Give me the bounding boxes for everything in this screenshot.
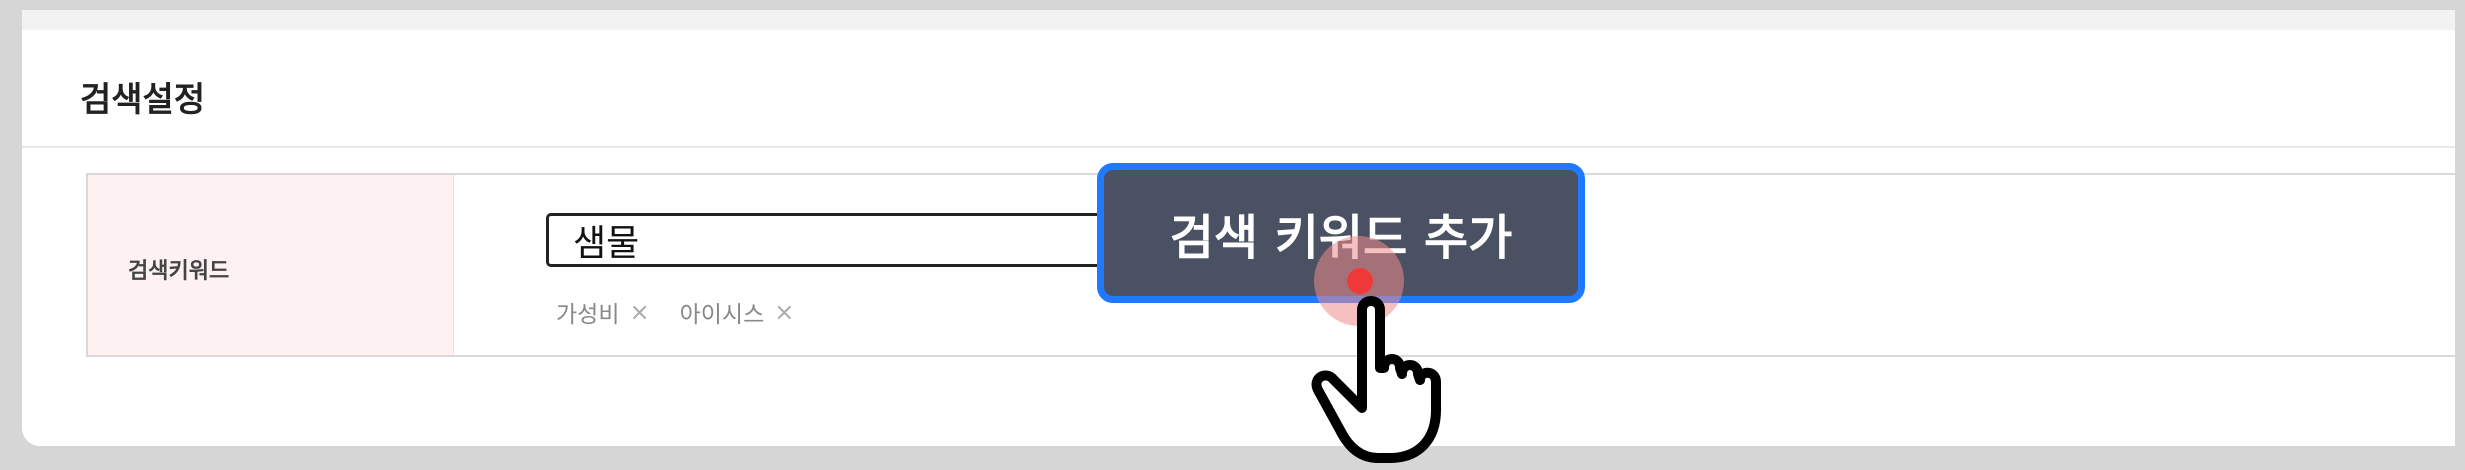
- keyword-tag-label: 아이시스: [679, 302, 765, 328]
- keyword-row-label-cell: 검색키워드: [86, 175, 454, 355]
- remove-tag-icon[interactable]: ×: [629, 298, 649, 326]
- top-strip: [22, 10, 2455, 30]
- section-title: 검색설정: [80, 80, 206, 120]
- section-divider: [22, 146, 2455, 148]
- keyword-tag-label: 가성비: [556, 302, 620, 328]
- keyword-tag: 아이시스 ×: [680, 295, 795, 329]
- remove-tag-icon[interactable]: ×: [774, 298, 794, 326]
- keyword-tag: 가성비 ×: [556, 295, 650, 329]
- keyword-label: 검색키워드: [128, 259, 230, 284]
- hand-pointer-icon: [1311, 296, 1441, 463]
- keyword-tag-list: 가성비 × 아이시스 ×: [556, 295, 794, 329]
